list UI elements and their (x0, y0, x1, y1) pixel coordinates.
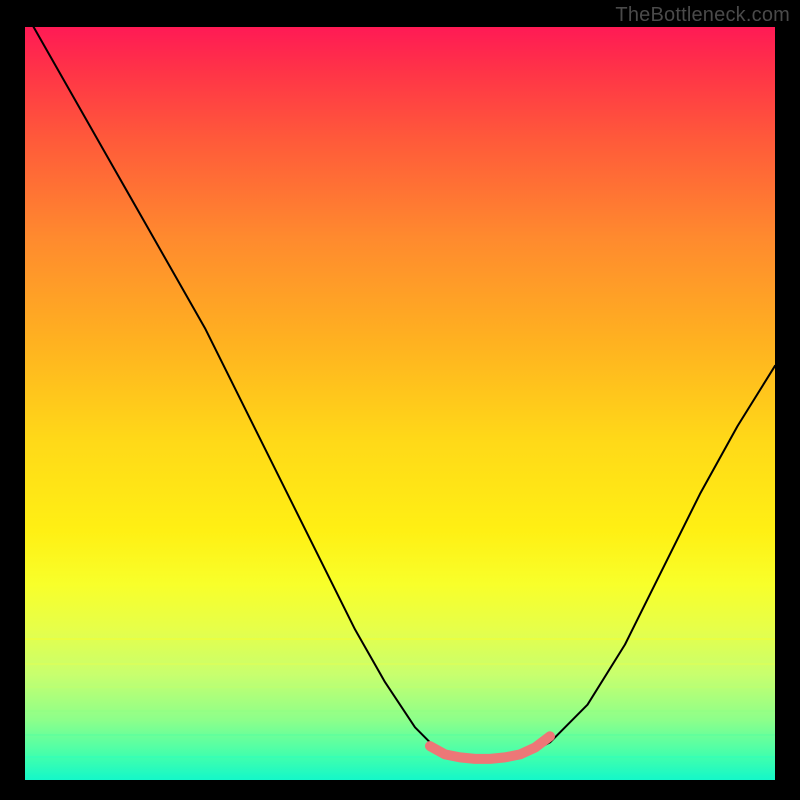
optimal-zone-highlight-path (430, 736, 550, 759)
watermark-text: TheBottleneck.com (615, 4, 790, 27)
chart-frame: TheBottleneck.com (0, 0, 800, 800)
plot-area (25, 27, 775, 780)
curve-svg (25, 27, 775, 780)
bottleneck-curve-path (25, 27, 775, 757)
